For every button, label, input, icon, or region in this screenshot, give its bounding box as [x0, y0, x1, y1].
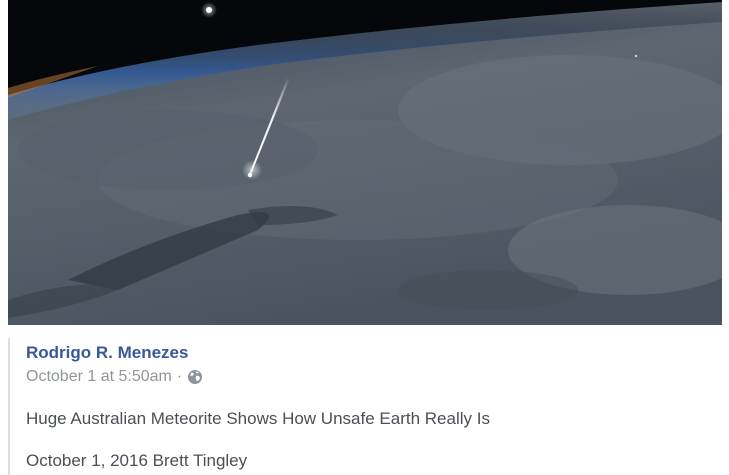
post-byline: October 1, 2016 Brett Tingley	[26, 451, 248, 470]
post-meta: October 1 at 5:50am ·	[26, 368, 203, 386]
shared-post: Rodrigo R. Menezes October 1 at 5:50am ·…	[8, 338, 724, 475]
post-timestamp-link[interactable]: October 1 at 5:50am	[26, 368, 172, 386]
meteor-photo[interactable]	[8, 0, 722, 325]
globe-icon[interactable]	[187, 369, 203, 385]
post-headline: Huge Australian Meteorite Shows How Unsa…	[26, 409, 490, 428]
meta-separator: ·	[176, 368, 183, 385]
author-name-link[interactable]: Rodrigo R. Menezes	[26, 343, 188, 363]
meteor-photo-graphic	[8, 0, 722, 325]
